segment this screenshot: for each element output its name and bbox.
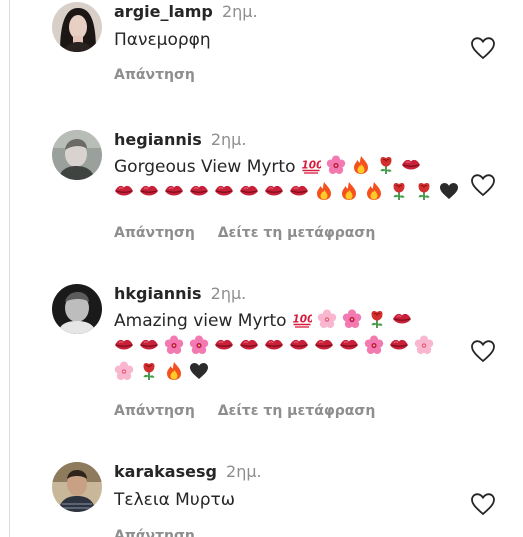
cherry-blossom-icon <box>114 361 134 381</box>
hibiscus-icon <box>164 335 184 355</box>
comment-actions: Απάντηση <box>114 527 464 537</box>
comments-panel: argie_lamp 2ημ. Πανεμορφη Απάντηση hegia… <box>0 0 523 537</box>
fire-icon <box>164 361 184 381</box>
reply-button[interactable]: Απάντηση <box>114 528 195 537</box>
kiss-icon <box>339 335 359 355</box>
emoji-row: 100 <box>301 155 426 177</box>
username[interactable]: hegiannis <box>114 130 202 149</box>
username[interactable]: hkgiannis <box>114 284 202 303</box>
kiss-icon <box>289 181 309 201</box>
see-translation-button[interactable]: Δείτε τη μετάφραση <box>218 403 376 419</box>
timestamp[interactable]: 2ημ. <box>226 462 262 481</box>
timestamp[interactable]: 2ημ. <box>222 2 258 21</box>
kiss-icon <box>264 181 284 201</box>
kiss-icon <box>389 335 409 355</box>
hibiscus-icon <box>326 155 346 175</box>
comment-text: Amazing view Myrto 100 <box>114 308 464 386</box>
like-icon[interactable] <box>470 339 496 363</box>
comment-text: Gorgeous View Myrto 100 <box>114 154 464 206</box>
fire-icon <box>314 181 334 201</box>
like-icon[interactable] <box>470 36 496 60</box>
comment-actions: Απάντηση <box>114 66 464 84</box>
kiss-icon <box>114 181 134 201</box>
kiss-icon <box>264 335 284 355</box>
rose-icon <box>367 309 387 329</box>
reply-button[interactable]: Απάντηση <box>114 403 195 419</box>
kiss-icon <box>314 335 334 355</box>
emoji-row <box>114 180 464 206</box>
black-heart-icon <box>189 361 209 381</box>
kiss-icon <box>401 155 421 175</box>
kiss-icon <box>392 309 412 329</box>
comment-item: argie_lamp 2ημ. Πανεμορφη Απάντηση <box>52 2 522 102</box>
kiss-icon <box>214 181 234 201</box>
comment-item: karakasesg 2ημ. Τελεια Μυρτω Απάντηση <box>52 462 522 537</box>
black-heart-icon <box>439 181 459 201</box>
comment-text-content: Gorgeous View Myrto <box>114 157 296 177</box>
like-icon[interactable] <box>470 173 496 197</box>
comment-text-content: Amazing view Myrto <box>114 311 287 331</box>
comment-text: Πανεμορφη <box>114 30 211 50</box>
rose-icon <box>139 361 159 381</box>
hibiscus-icon <box>342 309 362 329</box>
username[interactable]: karakasesg <box>114 462 217 481</box>
comment-text-line: Amazing view Myrto 100 <box>114 308 464 334</box>
svg-text:100: 100 <box>301 160 321 172</box>
timestamp[interactable]: 2ημ. <box>211 130 247 149</box>
divider <box>9 0 10 537</box>
kiss-icon <box>239 335 259 355</box>
emoji-row: 100 <box>292 309 417 331</box>
timestamp[interactable]: 2ημ. <box>211 284 247 303</box>
reply-button[interactable]: Απάντηση <box>114 225 195 241</box>
kiss-icon <box>214 335 234 355</box>
kiss-icon <box>139 181 159 201</box>
rose-icon <box>389 181 409 201</box>
kiss-icon <box>114 335 134 355</box>
kiss-icon <box>189 181 209 201</box>
avatar[interactable] <box>52 2 102 52</box>
like-icon[interactable] <box>470 492 496 516</box>
cherry-blossom-icon <box>317 309 337 329</box>
avatar[interactable] <box>52 130 102 180</box>
rose-icon <box>414 181 434 201</box>
kiss-icon <box>139 335 159 355</box>
username[interactable]: argie_lamp <box>114 2 213 21</box>
fire-icon <box>351 155 371 175</box>
hundred-icon: 100 <box>301 155 321 175</box>
comment-item: hkgiannis 2ημ. Amazing view Myrto 100 Απ… <box>52 284 522 434</box>
fire-icon <box>364 181 384 201</box>
comment-text: Τελεια Μυρτω <box>114 490 235 510</box>
kiss-icon <box>164 181 184 201</box>
comment-item: hegiannis 2ημ. Gorgeous View Myrto 100 Α… <box>52 130 522 260</box>
comment-actions: Απάντηση Δείτε τη μετάφραση <box>114 224 464 242</box>
emoji-row <box>114 334 464 360</box>
fire-icon <box>339 181 359 201</box>
avatar[interactable] <box>52 462 102 512</box>
comment-actions: Απάντηση Δείτε τη μετάφραση <box>114 402 464 420</box>
cherry-blossom-icon <box>414 335 434 355</box>
hibiscus-icon <box>189 335 209 355</box>
reply-button[interactable]: Απάντηση <box>114 67 195 83</box>
avatar[interactable] <box>52 284 102 334</box>
comment-text-line: Gorgeous View Myrto 100 <box>114 154 464 180</box>
hibiscus-icon <box>364 335 384 355</box>
emoji-row <box>114 360 464 386</box>
see-translation-button[interactable]: Δείτε τη μετάφραση <box>218 225 376 241</box>
kiss-icon <box>239 181 259 201</box>
rose-icon <box>376 155 396 175</box>
kiss-icon <box>289 335 309 355</box>
hundred-icon: 100 <box>292 309 312 329</box>
